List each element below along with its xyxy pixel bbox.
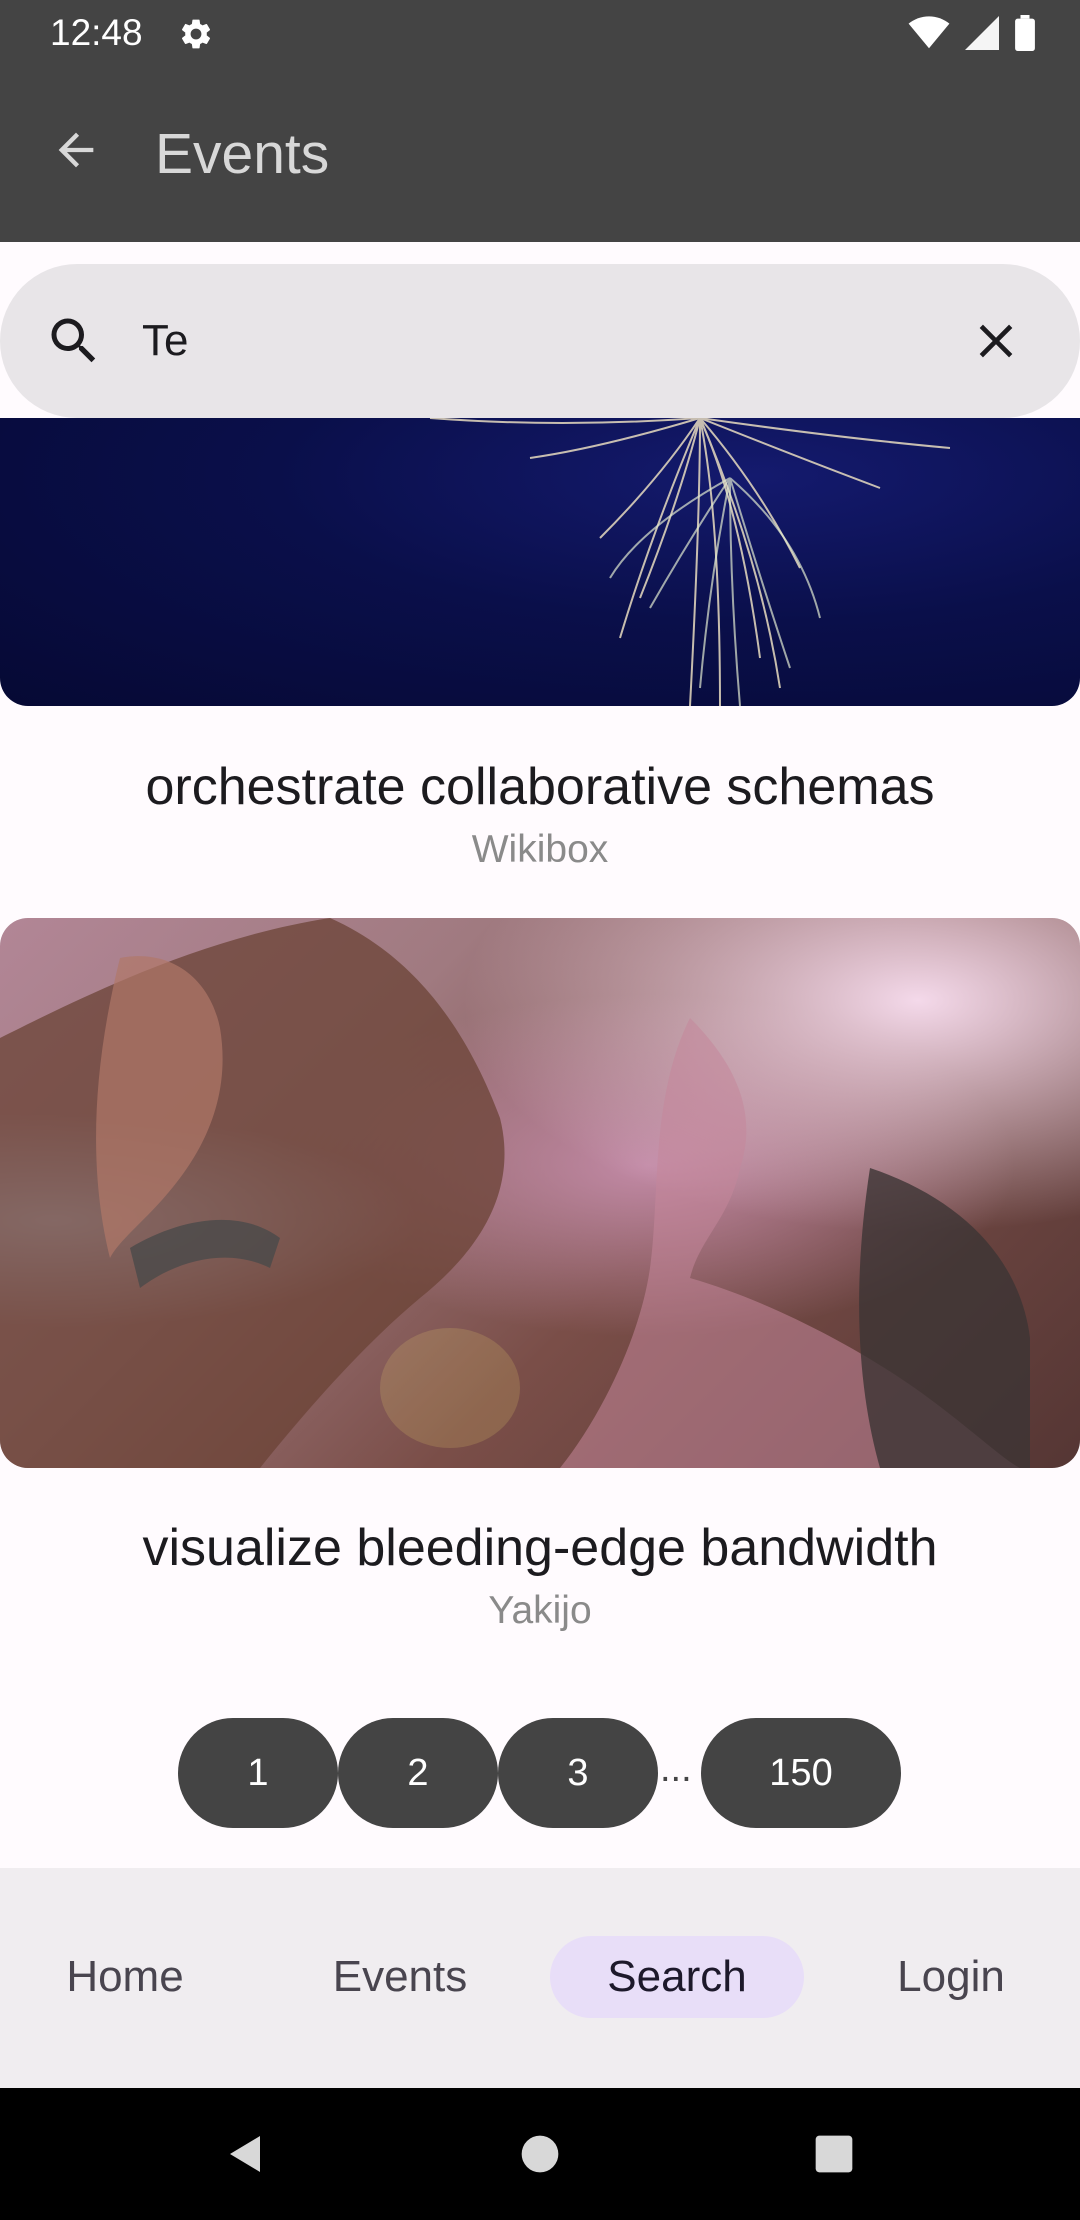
- home-circle-icon: [521, 2135, 559, 2173]
- fireworks-photo[interactable]: [0, 418, 1080, 706]
- page-title: Events: [155, 122, 330, 186]
- result-organizer: Yakijo: [488, 1589, 592, 1632]
- screen: 12:48 Events Te orchestrate collaborativ…: [0, 0, 1080, 2220]
- page-button-2[interactable]: 2: [338, 1718, 498, 1828]
- arrow-back-icon: [58, 132, 94, 168]
- result-title[interactable]: orchestrate collaborative schemas: [0, 757, 1080, 817]
- search-input[interactable]: [142, 302, 932, 380]
- nav-item-home[interactable]: Home: [30, 1936, 220, 2018]
- fireworks-illustration: [429, 418, 951, 706]
- nav-item-login[interactable]: Login: [856, 1936, 1046, 2018]
- app-bar: Events: [0, 66, 1080, 242]
- page-button-3[interactable]: 3: [498, 1718, 658, 1828]
- system-recents-button[interactable]: [806, 2126, 862, 2182]
- status-bar: 12:48: [0, 0, 1080, 66]
- woman-portrait-photo[interactable]: [0, 918, 1080, 1468]
- pagination: 1 2 3 ... 150: [0, 1718, 1080, 1828]
- system-back-button[interactable]: [218, 2126, 274, 2182]
- page-button-last[interactable]: 150: [701, 1718, 901, 1828]
- system-home-button[interactable]: [512, 2126, 568, 2182]
- search-icon: [51, 318, 96, 363]
- result-organizer: Wikibox: [471, 828, 609, 871]
- clear-search-button[interactable]: [966, 311, 1026, 371]
- back-button[interactable]: [36, 110, 116, 190]
- pagination-ellipsis: ...: [660, 1748, 692, 1790]
- nav-item-search[interactable]: Search: [550, 1936, 804, 2018]
- signal-icon: [965, 16, 999, 50]
- bottom-navigation: Home Events Search Login: [0, 1868, 1080, 2088]
- wifi-icon: [908, 16, 950, 49]
- close-icon: [979, 324, 1013, 358]
- battery-icon: [1015, 15, 1035, 51]
- search-bar: [0, 264, 1080, 418]
- nav-item-events[interactable]: Events: [290, 1936, 510, 2018]
- status-icons: [908, 14, 1036, 52]
- system-navigation-bar: [0, 2088, 1080, 2220]
- status-time: 12:48: [50, 12, 143, 53]
- recents-square-icon: [815, 2135, 853, 2173]
- portrait-illustration: [0, 918, 1030, 1468]
- back-triangle-icon: [230, 2136, 260, 2172]
- gear-icon: [181, 19, 211, 49]
- result-title[interactable]: visualize bleeding-edge bandwidth: [0, 1518, 1080, 1578]
- page-button-1[interactable]: 1: [178, 1718, 338, 1828]
